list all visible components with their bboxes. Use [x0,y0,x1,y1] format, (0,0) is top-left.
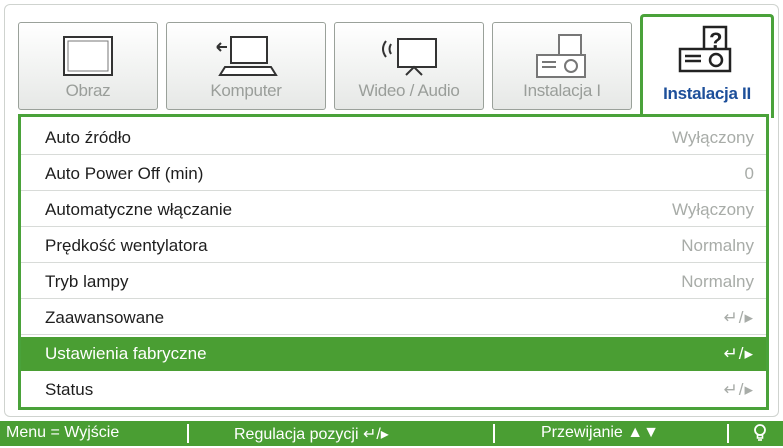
status-divider [727,424,729,443]
status-adjust-hint: Regulacja pozycji ↵/▸ [234,426,389,443]
menu-item-value: Normalny [681,236,754,255]
tab-bar: Obraz Komputer Wideo / Audio Instalacja … [18,14,774,118]
enter-arrow-icon: ↵/▸ [723,380,754,399]
video-audio-icon [374,31,444,88]
menu-item-value: Wyłączony [671,200,754,219]
status-scroll-hint: Przewijanie ▲▼ [541,424,659,441]
enter-arrow-icon: ↵/▸ [723,344,754,363]
menu-item-automatyczne-wlaczanie[interactable]: Automatyczne włączanie Wyłączony [21,193,766,227]
tab-label: Instalacja I [523,81,601,100]
status-divider [493,424,495,443]
menu-item-label: Auto źródło [45,128,131,147]
tab-instalacja-1[interactable]: Instalacja I [492,22,632,110]
status-exit-hint: Menu = Wyjście [6,424,120,441]
menu-item-ustawienia-fabryczne[interactable]: Ustawienia fabryczne ↵/▸ [21,337,766,371]
settings-list: Auto źródło Wyłączony Auto Power Off (mi… [18,114,769,410]
menu-item-status[interactable]: Status ↵/▸ [21,373,766,407]
menu-item-value: Normalny [681,272,754,291]
projector-help-icon: ? [674,23,740,84]
osd-menu-frame: Obraz Komputer Wideo / Audio Instalacja … [4,4,779,417]
menu-item-label: Zaawansowane [45,308,165,327]
menu-item-predkosc-wentylatora[interactable]: Prędkość wentylatora Normalny [21,229,766,263]
tab-obraz[interactable]: Obraz [18,22,158,110]
menu-item-label: Tryb lampy [45,272,129,291]
tab-label: Komputer [210,81,282,100]
menu-item-zaawansowane[interactable]: Zaawansowane ↵/▸ [21,301,766,335]
tab-label: Obraz [65,81,111,100]
menu-item-auto-power-off[interactable]: Auto Power Off (min) 0 [21,157,766,191]
projector-icon [531,31,593,88]
menu-item-auto-zrodlo[interactable]: Auto źródło Wyłączony [21,121,766,155]
tab-label: Wideo / Audio [358,81,460,100]
status-divider [187,424,189,443]
enter-arrow-icon: ↵/▸ [723,308,754,327]
display-icon [57,31,119,88]
lightbulb-icon [752,423,768,448]
computer-icon [211,31,281,88]
menu-item-label: Status [45,380,94,399]
tab-wideo-audio[interactable]: Wideo / Audio [334,22,484,110]
tab-komputer[interactable]: Komputer [166,22,326,110]
menu-item-label: Automatyczne włączanie [45,200,233,219]
menu-item-label: Ustawienia fabryczne [45,344,207,363]
menu-item-value: Wyłączony [671,128,754,147]
menu-item-label: Auto Power Off (min) [45,164,204,183]
tab-instalacja-2[interactable]: ? Instalacja II [640,14,774,118]
menu-item-label: Prędkość wentylatora [45,236,208,255]
menu-item-tryb-lampy[interactable]: Tryb lampy Normalny [21,265,766,299]
status-bar: Menu = Wyjście Regulacja pozycji ↵/▸ Prz… [0,421,783,446]
menu-item-value: 0 [744,164,754,183]
tab-label: Instalacja II [663,84,751,103]
